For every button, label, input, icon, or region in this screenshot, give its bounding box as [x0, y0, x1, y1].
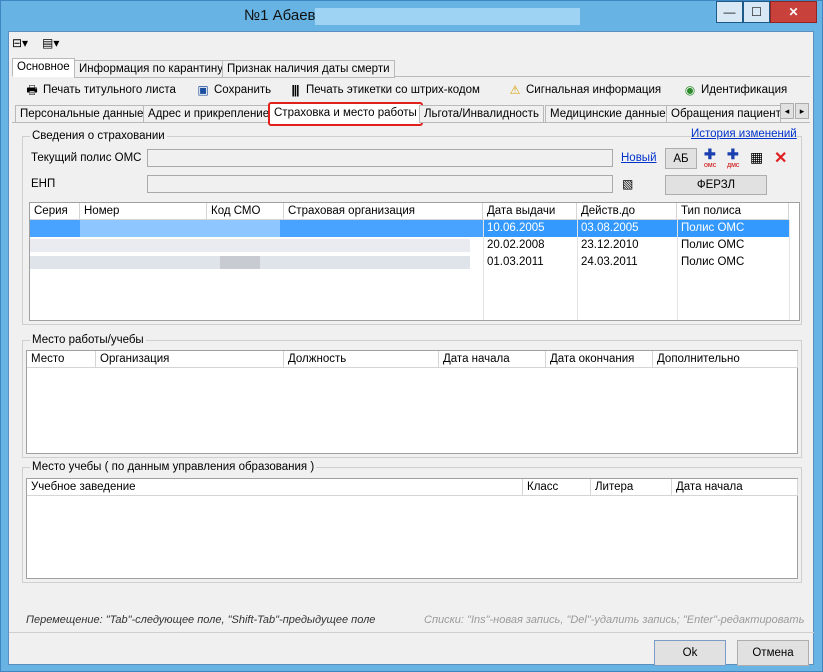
- footer-divider: [9, 632, 814, 633]
- floppy-disk-icon: ▣: [197, 83, 209, 97]
- study-table[interactable]: Учебное заведение Класс Литера Дата нача…: [26, 478, 798, 579]
- table-row[interactable]: 20.02.2008 23.12.2010 Полис ОМС: [30, 237, 789, 254]
- tab-insurance-work[interactable]: Страховка и место работы: [268, 102, 423, 126]
- tab-quarantine[interactable]: Информация по карантину: [74, 60, 229, 78]
- policy-type-cell: Полис ОМС: [681, 256, 745, 268]
- redacted-cells: [30, 239, 470, 252]
- navigation-hint: Перемещение: "Tab"-следующее поле, "Shif…: [26, 614, 376, 626]
- lists-hint: Списки: "Ins"-новая запись, "Del"-удалит…: [424, 614, 805, 626]
- print-title-label: Печать титульного листа: [43, 84, 176, 96]
- column-header[interactable]: Дата выдачи: [483, 203, 577, 220]
- new-policy-link[interactable]: Новый: [621, 152, 657, 164]
- delete-policy-icon[interactable]: ✕: [774, 148, 787, 168]
- redacted-patient-name: [315, 8, 580, 25]
- column-header[interactable]: Тип полиса: [677, 203, 789, 220]
- insurance-group-label: Сведения о страховании: [30, 130, 167, 142]
- signal-info-button[interactable]: ⚠ Сигнальная информация: [508, 82, 662, 98]
- column-header[interactable]: Серия: [30, 203, 80, 220]
- table-row[interactable]: 01.03.2011 24.03.2011 Полис ОМС: [30, 254, 789, 271]
- column-header[interactable]: Действ.до: [577, 203, 677, 220]
- identification-label: Идентификация: [701, 84, 788, 96]
- ab-button[interactable]: АБ: [665, 148, 697, 169]
- edit-policy-icon[interactable]: ▦: [750, 149, 763, 166]
- tab-patient-visits[interactable]: Обращения пациента: [666, 105, 781, 123]
- column-header[interactable]: Класс: [523, 479, 591, 496]
- print-title-button[interactable]: 🖶 Печать титульного листа: [25, 82, 176, 98]
- column-divider: [677, 220, 678, 320]
- scan-icon[interactable]: ▧: [622, 177, 633, 191]
- maximize-button[interactable]: ☐: [743, 1, 770, 23]
- policy-type-cell: Полис ОМС: [677, 220, 789, 237]
- valid-to-cell: 24.03.2011: [581, 256, 638, 268]
- column-divider: [483, 220, 484, 320]
- enp-field[interactable]: [147, 175, 613, 193]
- warning-icon: ⚠: [509, 83, 521, 97]
- column-header[interactable]: Организация: [96, 351, 284, 368]
- close-button[interactable]: ✕: [770, 1, 817, 23]
- valid-to-cell: 23.12.2010: [581, 239, 639, 251]
- column-header[interactable]: Дополнительно: [653, 351, 798, 368]
- title-bar: №1 Абаев — ☐ ✕: [0, 0, 823, 32]
- add-dms-icon[interactable]: ✚ дмс: [727, 147, 739, 172]
- save-label: Сохранить: [214, 84, 272, 96]
- layout-menu-icon[interactable]: ⊟▾: [12, 36, 28, 50]
- tab-benefits[interactable]: Льгота/Инвалидность: [419, 105, 544, 123]
- document-menu-icon[interactable]: ▤▾: [42, 36, 59, 50]
- column-header[interactable]: Дата начала: [672, 479, 798, 496]
- printer-icon: 🖶: [26, 83, 38, 97]
- study-group-label: Место учебы ( по данным управления образ…: [30, 461, 317, 473]
- column-header[interactable]: Страховая организация: [284, 203, 483, 220]
- column-header[interactable]: Учебное заведение: [27, 479, 523, 496]
- work-table[interactable]: Место Организация Должность Дата начала …: [26, 350, 798, 454]
- column-header[interactable]: Дата начала: [439, 351, 546, 368]
- column-header[interactable]: Дата окончания: [546, 351, 653, 368]
- column-header[interactable]: Код СМО: [207, 203, 284, 220]
- insurance-table[interactable]: Серия Номер Код СМО Страховая организаци…: [29, 202, 800, 321]
- policy-type-cell: Полис ОМС: [681, 239, 745, 251]
- issue-date-cell: 10.06.2005: [483, 220, 577, 237]
- tab-main[interactable]: Основное: [12, 58, 75, 77]
- tabs-scroll-left-icon[interactable]: ◂: [780, 103, 794, 119]
- column-header[interactable]: Литера: [591, 479, 672, 496]
- issue-date-cell: 01.03.2011: [487, 256, 544, 268]
- valid-to-cell: 03.08.2005: [577, 220, 677, 237]
- barcode-icon: |||: [291, 83, 299, 97]
- column-divider: [577, 220, 578, 320]
- column-divider: [789, 220, 790, 320]
- column-header[interactable]: Номер: [80, 203, 207, 220]
- signal-info-label: Сигнальная информация: [526, 84, 662, 96]
- enp-label: ЕНП: [31, 178, 56, 190]
- issue-date-cell: 20.02.2008: [487, 239, 545, 251]
- lists-hint-wrap: Списки: "Ins"-новая запись, "Del"-удалит…: [424, 614, 808, 626]
- ok-button[interactable]: Ok: [654, 640, 726, 666]
- minimize-button[interactable]: —: [716, 1, 743, 23]
- work-group-label: Место работы/учебы: [30, 334, 146, 346]
- redacted-cells: [220, 256, 260, 269]
- tab-medical-data[interactable]: Медицинские данные: [545, 105, 671, 123]
- current-policy-field[interactable]: [147, 149, 613, 167]
- column-header[interactable]: Должность: [284, 351, 439, 368]
- cancel-button[interactable]: Отмена: [737, 640, 809, 666]
- tab-death-date[interactable]: Признак наличия даты смерти: [222, 60, 395, 78]
- save-button[interactable]: ▣ Сохранить: [196, 82, 271, 98]
- add-oms-icon[interactable]: ✚ омс: [704, 147, 716, 172]
- window-title: №1 Абаев: [244, 7, 316, 24]
- identification-button[interactable]: ◉ Идентификация: [683, 82, 787, 98]
- redacted-cells: [80, 220, 280, 237]
- tab-address[interactable]: Адрес и прикрепление: [143, 105, 275, 123]
- identification-icon: ◉: [684, 83, 696, 97]
- column-header[interactable]: Место: [27, 351, 96, 368]
- print-barcode-label: Печать этикетки со штрих-кодом: [306, 84, 480, 96]
- tabs-scroll-right-icon[interactable]: ▸: [795, 103, 809, 119]
- table-row[interactable]: 10.06.2005 03.08.2005 Полис ОМС: [30, 220, 789, 237]
- ferzl-button[interactable]: ФЕРЗЛ: [665, 175, 767, 195]
- current-policy-label: Текущий полис ОМС: [31, 152, 142, 164]
- tab-personal-data[interactable]: Персональные данные: [15, 105, 149, 123]
- history-link[interactable]: История изменений: [691, 128, 797, 140]
- print-barcode-button[interactable]: ||| Печать этикетки со штрих-кодом: [288, 82, 480, 98]
